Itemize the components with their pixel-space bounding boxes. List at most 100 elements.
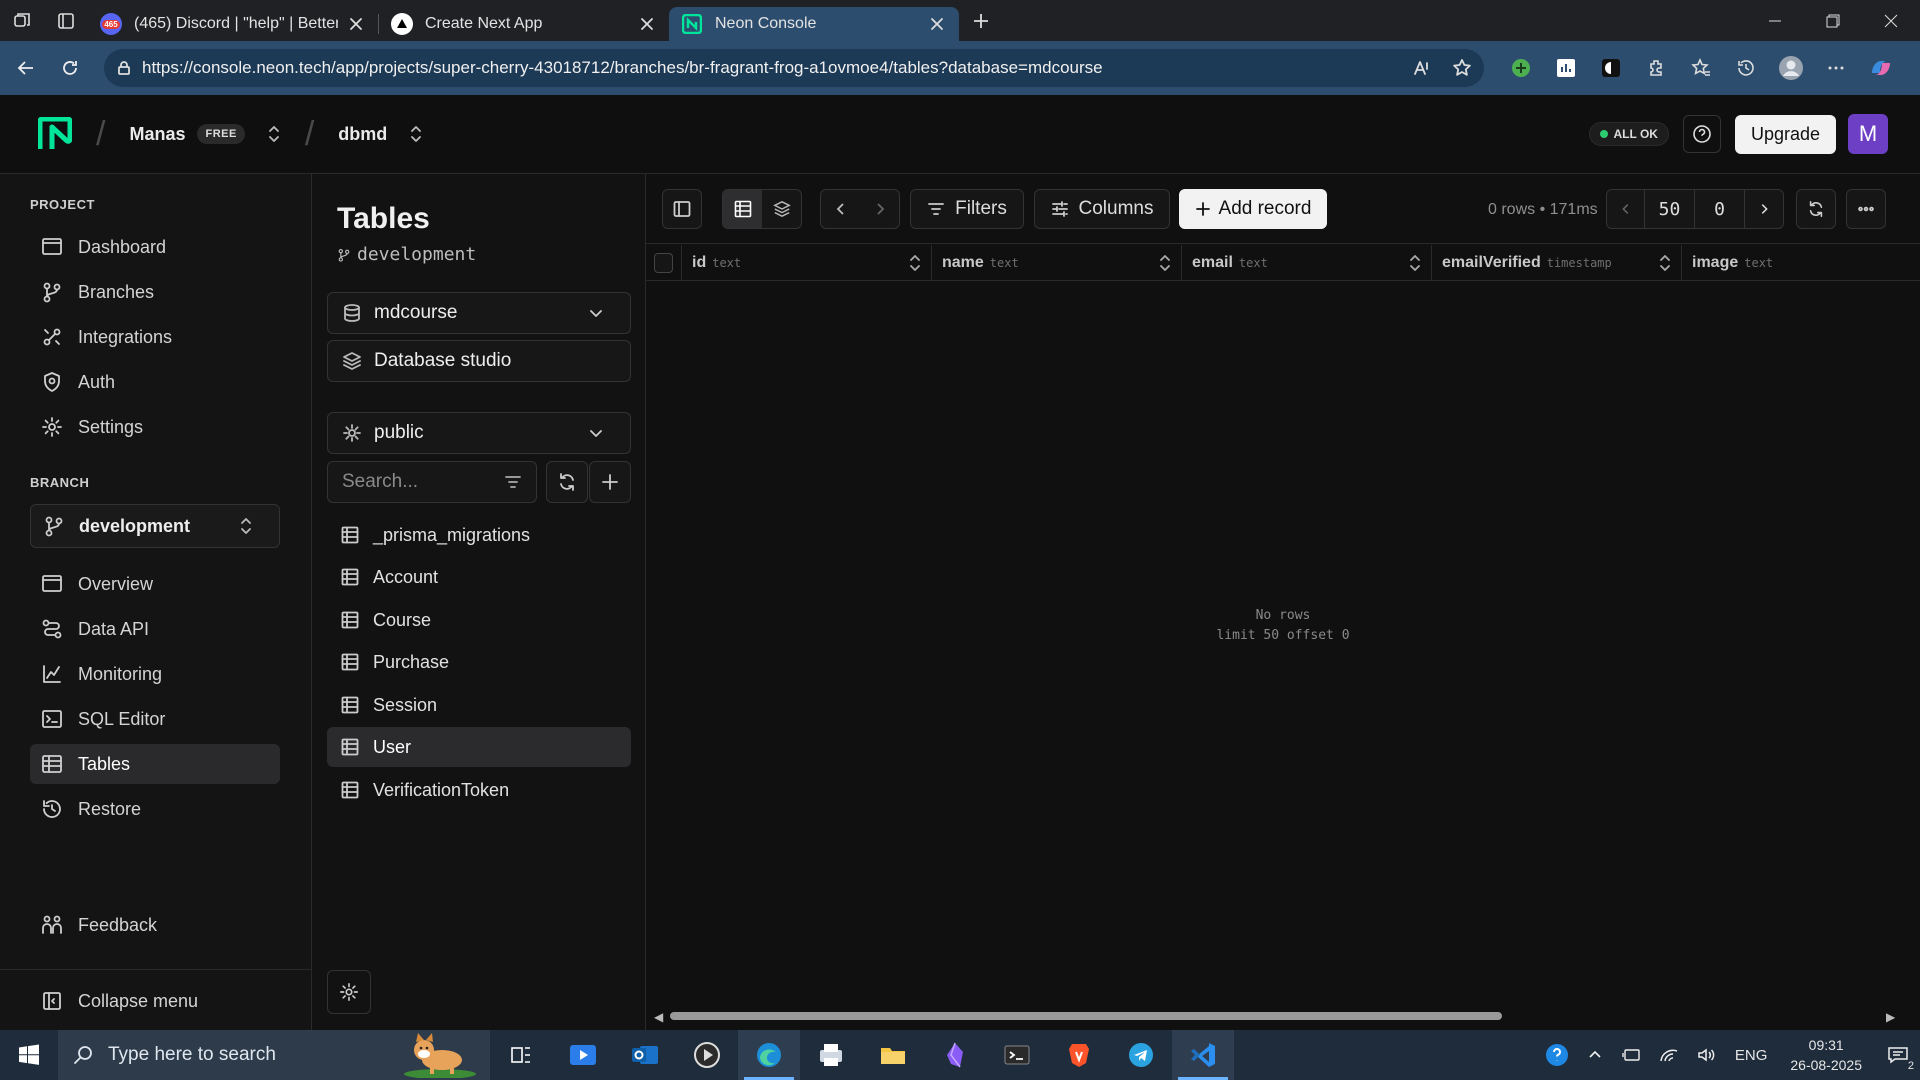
table-item-purchase[interactable]: Purchase — [327, 642, 631, 682]
more-icon[interactable] — [1813, 48, 1858, 88]
battery-icon[interactable] — [1621, 1047, 1641, 1063]
toggle-sidebar-button[interactable] — [662, 189, 702, 229]
help-tray-icon[interactable] — [1545, 1043, 1569, 1067]
file-explorer-app-icon[interactable] — [862, 1030, 924, 1080]
neon-logo[interactable] — [38, 117, 72, 151]
sort-icon[interactable] — [1159, 254, 1171, 271]
windows-start-icon[interactable] — [0, 1030, 58, 1080]
table-search[interactable] — [327, 461, 537, 503]
filter-icon[interactable] — [504, 473, 522, 491]
upgrade-button[interactable]: Upgrade — [1734, 114, 1836, 154]
column-header-name[interactable]: name text — [932, 244, 1182, 281]
history-icon[interactable] — [1723, 48, 1768, 88]
outlook-app-icon[interactable] — [614, 1030, 676, 1080]
extension-dark-icon[interactable] — [1588, 48, 1633, 88]
workspaces-icon[interactable] — [0, 0, 44, 41]
refresh-tables-button[interactable] — [546, 461, 588, 503]
search-input[interactable] — [342, 471, 492, 493]
back-icon[interactable] — [4, 48, 48, 88]
printer-app-icon[interactable] — [800, 1030, 862, 1080]
task-view-icon[interactable] — [490, 1030, 552, 1080]
language-indicator[interactable]: ENG — [1735, 1047, 1768, 1064]
add-table-button[interactable] — [589, 461, 631, 503]
chevron-up-icon[interactable] — [1587, 1047, 1603, 1063]
vscode-app-icon[interactable] — [1172, 1030, 1234, 1080]
sidebar-item-integrations[interactable]: Integrations — [30, 317, 280, 357]
avatar[interactable]: M — [1848, 114, 1888, 154]
wifi-icon[interactable] — [1659, 1047, 1679, 1063]
scroll-right-icon[interactable]: ▶ — [1886, 1010, 1895, 1024]
table-item-verification-token[interactable]: VerificationToken — [327, 770, 631, 810]
offset-input[interactable]: 0 — [1695, 190, 1745, 228]
column-header-image[interactable]: image text — [1682, 245, 1920, 281]
layers-view-icon[interactable] — [762, 190, 801, 228]
table-item-course[interactable]: Course — [327, 600, 631, 640]
refresh-grid-button[interactable] — [1796, 189, 1836, 229]
extensions-icon[interactable] — [1633, 48, 1678, 88]
edge-app-icon[interactable] — [738, 1030, 800, 1080]
schema-select[interactable]: public — [327, 412, 631, 454]
tab-discord[interactable]: 465 (465) Discord | "help" | Better Aut — [88, 7, 378, 41]
filters-button[interactable]: Filters — [910, 189, 1024, 229]
read-aloud-icon[interactable] — [1412, 58, 1432, 78]
column-header-email[interactable]: email text — [1182, 244, 1432, 281]
close-window-icon[interactable] — [1862, 0, 1920, 41]
sidebar-item-feedback[interactable]: Feedback — [30, 905, 280, 945]
sidebar-item-overview[interactable]: Overview — [30, 564, 280, 604]
limit-input[interactable]: 50 — [1645, 190, 1695, 228]
database-name[interactable]: dbmd — [338, 124, 387, 145]
copilot-icon[interactable] — [1858, 48, 1903, 88]
panel-settings-button[interactable] — [327, 970, 371, 1014]
extension-chart-icon[interactable] — [1543, 48, 1588, 88]
restore-window-icon[interactable] — [1804, 0, 1862, 41]
more-options-button[interactable] — [1846, 189, 1886, 229]
table-item-prisma-migrations[interactable]: _prisma_migrations — [327, 515, 631, 555]
chevron-right-icon[interactable] — [860, 190, 899, 228]
scroll-left-icon[interactable]: ◀ — [654, 1010, 663, 1024]
sidebar-item-tables[interactable]: Tables — [30, 744, 280, 784]
obsidian-app-icon[interactable] — [924, 1030, 986, 1080]
terminal-app-icon[interactable] — [986, 1030, 1048, 1080]
minimize-icon[interactable] — [1746, 0, 1804, 41]
column-header-email-verified[interactable]: emailVerified timestamp — [1432, 244, 1682, 281]
media-player-app-icon[interactable] — [676, 1030, 738, 1080]
sort-icon[interactable] — [1659, 254, 1671, 271]
sidebar-item-settings[interactable]: Settings — [30, 407, 280, 447]
table-item-session[interactable]: Session — [327, 685, 631, 725]
help-button[interactable] — [1682, 115, 1721, 153]
notifications-icon[interactable]: 2 — [1876, 1030, 1920, 1080]
taskbar-search[interactable]: Type here to search — [58, 1030, 490, 1080]
collapse-menu-button[interactable]: Collapse menu — [30, 981, 280, 1021]
grid-view-icon[interactable] — [723, 190, 762, 228]
sort-icon[interactable] — [1409, 254, 1421, 271]
column-header-id[interactable]: id text — [682, 244, 932, 281]
sidebar-item-restore[interactable]: Restore — [30, 789, 280, 829]
video-editor-app-icon[interactable] — [552, 1030, 614, 1080]
table-item-account[interactable]: Account — [327, 557, 631, 597]
profile-icon[interactable] — [1768, 48, 1813, 88]
favorite-star-icon[interactable] — [1452, 58, 1472, 78]
telegram-app-icon[interactable] — [1110, 1030, 1172, 1080]
sidebar-item-auth[interactable]: Auth — [30, 362, 280, 402]
extension-green-icon[interactable] — [1498, 48, 1543, 88]
columns-button[interactable]: Columns — [1034, 189, 1170, 229]
close-icon[interactable] — [637, 14, 657, 34]
volume-icon[interactable] — [1697, 1047, 1717, 1063]
tab-actions-icon[interactable] — [44, 0, 88, 41]
url-field[interactable]: https://console.neon.tech/app/projects/s… — [104, 49, 1484, 87]
clock[interactable]: 09:31 26-08-2025 — [1790, 1035, 1862, 1075]
sidebar-item-dashboard[interactable]: Dashboard — [30, 227, 280, 267]
chevron-updown-icon[interactable] — [409, 125, 423, 143]
status-badge[interactable]: ALL OK — [1588, 122, 1669, 146]
database-select[interactable]: mdcourse — [327, 292, 631, 334]
table-item-user[interactable]: User — [327, 727, 631, 767]
close-icon[interactable] — [346, 14, 366, 34]
database-studio-button[interactable]: Database studio — [327, 340, 631, 382]
sidebar-item-branches[interactable]: Branches — [30, 272, 280, 312]
select-all-checkbox[interactable] — [654, 252, 673, 273]
scrollbar-thumb[interactable] — [670, 1012, 1502, 1020]
prev-page-icon[interactable] — [1607, 190, 1645, 228]
horizontal-scrollbar[interactable]: ◀ ▶ — [646, 1008, 1920, 1024]
sidebar-item-sql-editor[interactable]: SQL Editor — [30, 699, 280, 739]
project-name[interactable]: Manas — [129, 124, 185, 145]
